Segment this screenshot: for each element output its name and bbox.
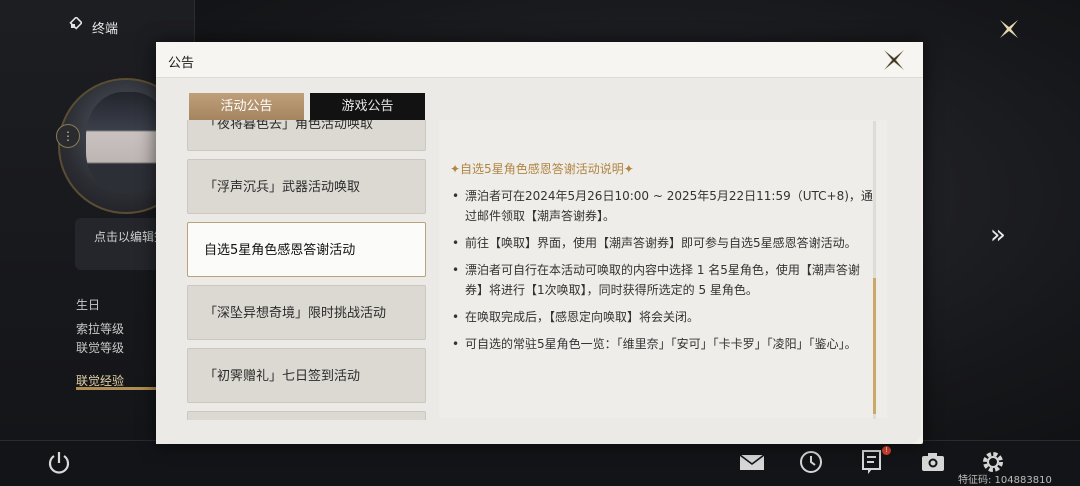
bullet-item: 漂泊者可自行在本活动可唤取的内容中选择 1 名5星角色，使用【潮声答谢券】将进行… xyxy=(450,260,875,300)
clock-icon[interactable] xyxy=(797,448,825,476)
list-item-selected[interactable]: 自选5星角色感恩答谢活动 xyxy=(187,222,426,277)
bullet-item: 可自选的常驻5星角色一览：「维里奈」「安可」「卡卡罗」「凌阳」「鉴心」。 xyxy=(450,334,875,354)
bullet-item: 漂泊者可在2024年5月26日10:00 ~ 2025年5月22日11:59（U… xyxy=(450,186,875,226)
bullet-item: 前往【唤取】界面，使用【潮声答谢券】即可参与自选5星感恩答谢活动。 xyxy=(450,233,875,253)
background-close-icon[interactable] xyxy=(994,14,1024,44)
announcement-content[interactable]: ✦自选5星角色感恩答谢活动说明✦ 漂泊者可在2024年5月26日10:00 ~ … xyxy=(439,120,887,418)
list-item[interactable]: 「浮声沉兵」武器活动唤取 xyxy=(187,159,426,214)
announcement-modal: 公告 活动公告 游戏公告 「夜将暮色去」角色活动唤取 「浮声沉兵」武器活动唤取 … xyxy=(156,42,923,444)
tab-game-announcements[interactable]: 游戏公告 xyxy=(310,93,425,120)
stat-sync-level: 联觉等级 xyxy=(76,341,125,355)
modal-header: 公告 xyxy=(156,42,923,78)
tab-event-announcements[interactable]: 活动公告 xyxy=(189,93,304,120)
power-icon[interactable] xyxy=(45,449,73,477)
stat-union-level: 索拉等级 xyxy=(76,322,125,336)
player-id: 特征码: 104883810 xyxy=(958,475,1052,486)
bottom-bar xyxy=(0,440,1080,486)
list-item[interactable]: 「深坠异想奇境」限时挑战活动 xyxy=(187,285,426,340)
camera-icon[interactable] xyxy=(919,448,947,476)
mail-icon[interactable] xyxy=(738,448,766,476)
close-icon[interactable] xyxy=(882,49,906,71)
section-title: ✦自选5星角色感恩答谢活动说明✦ xyxy=(450,162,634,176)
scrollbar-thumb[interactable] xyxy=(873,278,876,414)
modal-title: 公告 xyxy=(168,56,195,71)
notice-badge: ! xyxy=(882,446,891,455)
terminal-icon xyxy=(69,17,82,30)
next-arrow-icon[interactable]: » xyxy=(990,220,1006,250)
list-item[interactable]: 「初霁赠礼」七日签到活动 xyxy=(187,348,426,403)
announcement-list[interactable]: 「夜将暮色去」角色活动唤取 「浮声沉兵」武器活动唤取 自选5星角色感恩答谢活动 … xyxy=(186,120,427,420)
bullet-list: 漂泊者可在2024年5月26日10:00 ~ 2025年5月22日11:59（U… xyxy=(450,186,875,361)
bullet-item: 在唤取完成后，【感恩定向唤取】将会关闭。 xyxy=(450,307,875,327)
list-item[interactable]: 「夜将暮色去」角色活动唤取 xyxy=(187,120,426,151)
stat-birthday: 生日 xyxy=(76,298,101,312)
more-options-icon[interactable]: ⋮ xyxy=(56,124,80,148)
exp-bar xyxy=(76,387,156,390)
terminal-title: 终端 xyxy=(92,22,119,37)
list-item-partial[interactable] xyxy=(187,411,426,420)
